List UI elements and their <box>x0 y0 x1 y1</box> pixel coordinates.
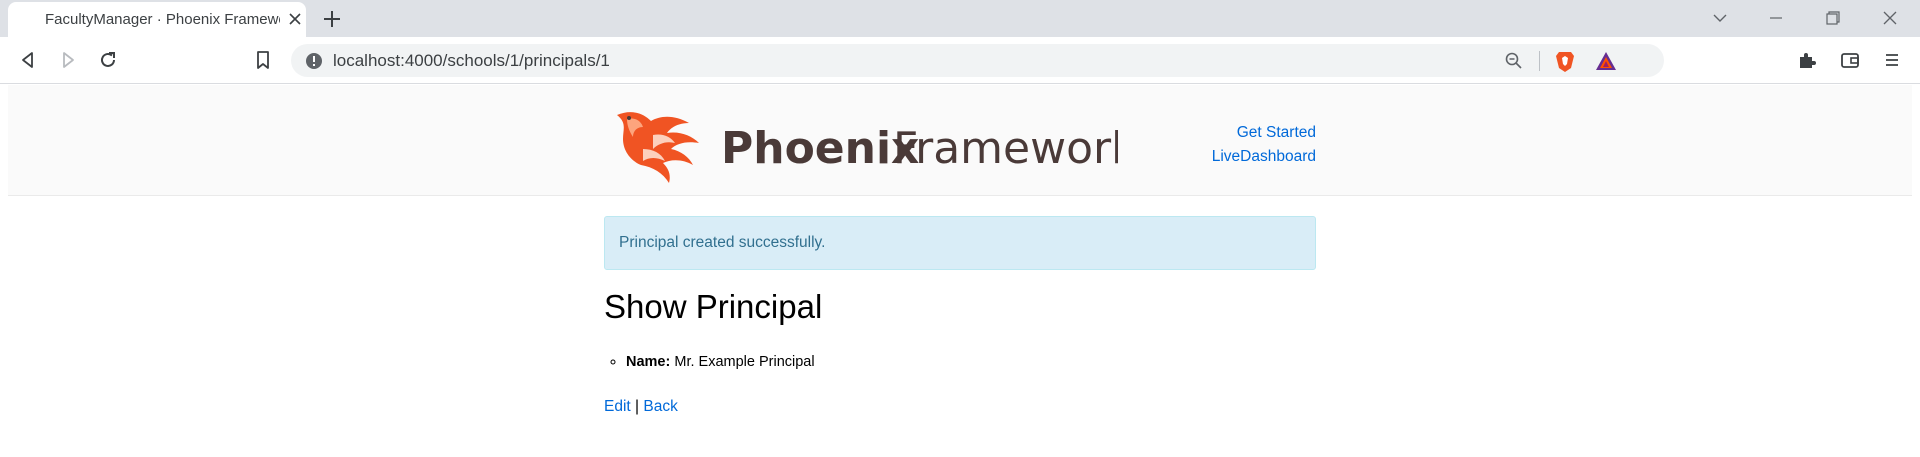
forward-arrow-icon[interactable] <box>56 48 80 72</box>
back-link[interactable]: Back <box>643 398 677 415</box>
site-header: Phoenix Framework Get Started LiveDashbo… <box>8 85 1912 196</box>
tab-title: FacultyManager · Phoenix Framework <box>45 11 280 28</box>
phoenix-bird-icon <box>617 112 699 183</box>
page-actions: Edit | Back <box>604 398 678 416</box>
back-arrow-icon[interactable] <box>16 48 40 72</box>
field-value: Mr. Example Principal <box>674 354 815 370</box>
info-icon[interactable] <box>304 51 324 71</box>
edit-link[interactable]: Edit <box>604 398 631 415</box>
browser-tab-bar: FacultyManager · Phoenix Framework <box>0 0 1920 37</box>
page-title: Show Principal <box>604 288 823 325</box>
restore-icon[interactable] <box>1818 6 1846 30</box>
principal-details-list: Name: Mr. Example Principal <box>626 352 815 372</box>
reload-icon[interactable] <box>96 48 120 72</box>
page-content: Phoenix Framework Get Started LiveDashbo… <box>0 85 1920 457</box>
separator <box>1539 51 1540 71</box>
nav-link-get-started[interactable]: Get Started <box>1168 121 1316 145</box>
puzzle-icon[interactable] <box>1795 48 1819 72</box>
plus-icon[interactable] <box>320 7 344 31</box>
nav-link-livedashboard[interactable]: LiveDashboard <box>1168 145 1316 169</box>
brand-name-light: Framework <box>893 123 1118 174</box>
chevron-down-icon[interactable] <box>1706 6 1734 30</box>
minimize-icon[interactable] <box>1762 6 1790 30</box>
brave-shield-icon[interactable] <box>1553 49 1577 73</box>
close-icon[interactable] <box>284 8 306 30</box>
bat-rewards-icon[interactable] <box>1594 49 1618 73</box>
browser-toolbar: localhost:4000/schools/1/principals/1 <box>0 37 1920 84</box>
address-bar[interactable]: localhost:4000/schools/1/principals/1 <box>291 44 1664 77</box>
brand-name-bold: Phoenix <box>721 123 919 174</box>
hamburger-menu-icon[interactable] <box>1880 48 1904 72</box>
field-label: Name: <box>626 354 671 370</box>
flash-info-alert: Principal created successfully. <box>604 216 1316 270</box>
wallet-icon[interactable] <box>1838 48 1862 72</box>
browser-tab[interactable]: FacultyManager · Phoenix Framework <box>8 2 306 37</box>
header-nav: Get Started LiveDashboard <box>1168 121 1316 169</box>
window-close-icon[interactable] <box>1876 6 1904 30</box>
zoom-out-icon[interactable] <box>1504 51 1524 71</box>
list-item: Name: Mr. Example Principal <box>626 352 815 372</box>
bookmark-icon[interactable] <box>251 48 275 72</box>
url-text[interactable]: localhost:4000/schools/1/principals/1 <box>333 51 610 71</box>
actions-separator: | <box>635 398 640 415</box>
phoenix-logo[interactable]: Phoenix Framework <box>613 105 1118 185</box>
